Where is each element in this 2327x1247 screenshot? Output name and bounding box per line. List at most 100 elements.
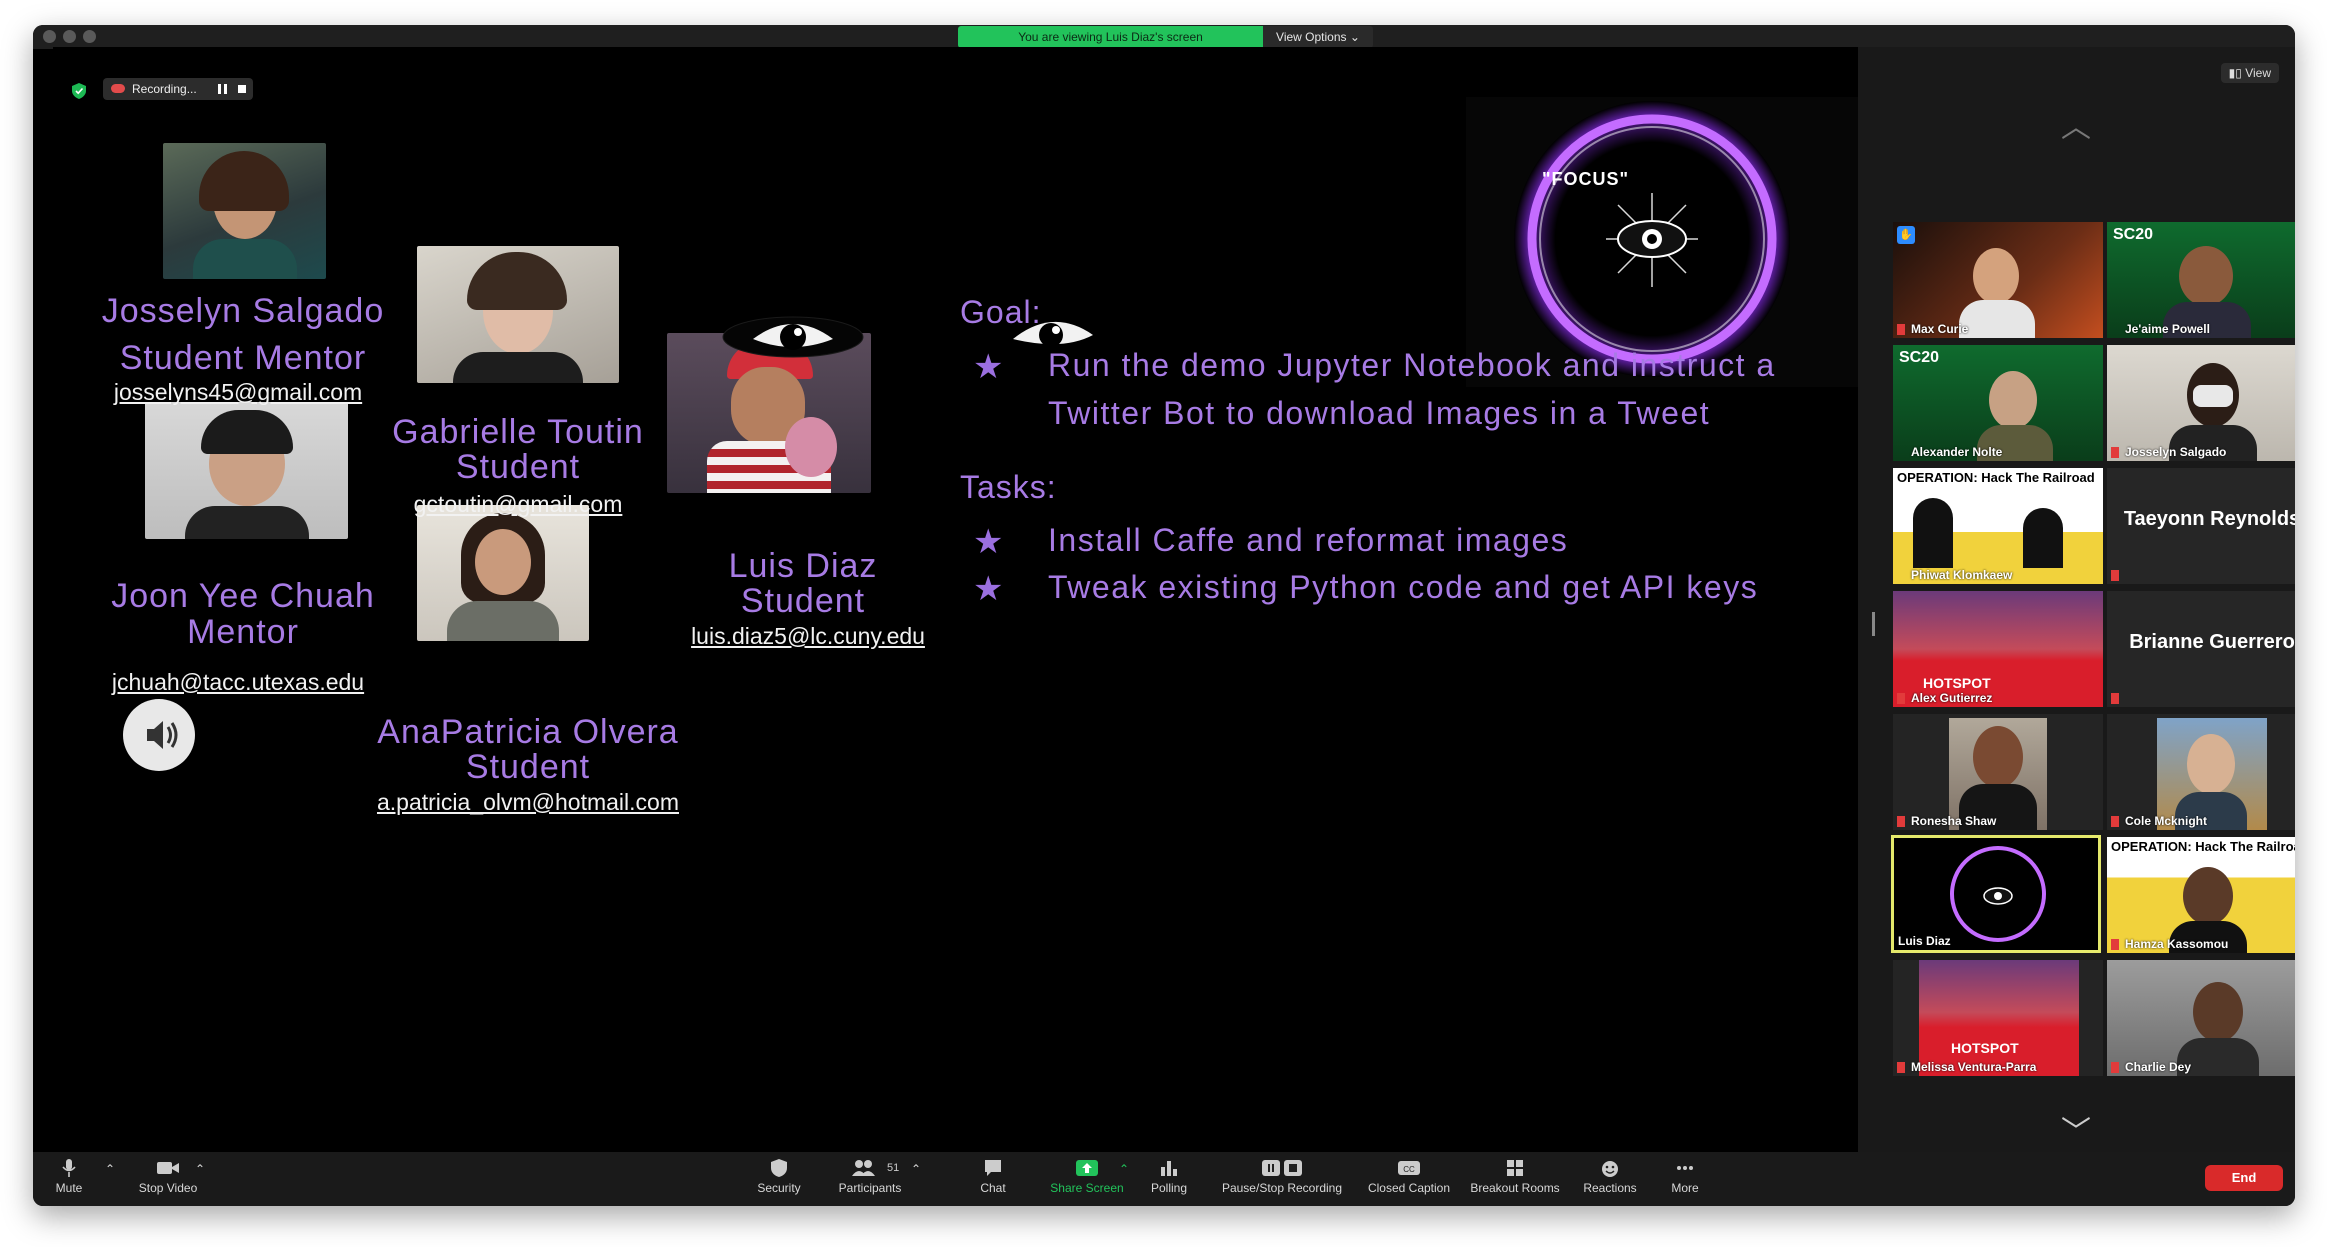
close-window-button[interactable]	[43, 30, 56, 43]
participant-tile[interactable]: SC20 Je'aime Powell	[2107, 222, 2295, 338]
goal-line-1: Run the demo Jupyter Notebook and instru…	[1048, 347, 1776, 383]
participant-name: Hamza Kassomou	[2125, 937, 2229, 951]
reactions-button[interactable]: Reactions	[1579, 1158, 1641, 1195]
email-luis[interactable]: luis.diaz5@lc.cuny.edu	[643, 623, 973, 650]
star-bullet-icon: ★	[973, 348, 1004, 386]
audio-options-caret[interactable]: ⌃	[105, 1162, 115, 1176]
photo-anapatricia	[417, 505, 589, 641]
name-josselyn: Josselyn Salgado	[101, 292, 385, 330]
audio-button[interactable]	[123, 699, 195, 771]
title-bar: You are viewing Luis Diaz's screen View …	[33, 25, 2295, 49]
focus-graphic: "FOCUS"	[1466, 97, 1858, 387]
participant-name: Josselyn Salgado	[2125, 445, 2227, 459]
bar-chart-icon	[1161, 1161, 1177, 1176]
stop-video-label: Stop Video	[138, 1181, 198, 1195]
role-gabrielle: Student	[455, 448, 581, 486]
minimize-window-button[interactable]	[63, 30, 76, 43]
participant-tile[interactable]: HOTSPOT Melissa Ventura-Parra	[1893, 960, 2103, 1076]
participant-name: Je'aime Powell	[2125, 322, 2210, 336]
pause-stop-recording-button[interactable]: Pause/Stop Recording	[1217, 1158, 1347, 1195]
participant-tile[interactable]: OPERATION: Hack The Railroad Phiwat Klom…	[1893, 468, 2103, 584]
gallery-scroll-down-button[interactable]: ﹀	[2061, 1107, 2091, 1151]
view-options-dropdown[interactable]: View Options ⌄	[1263, 26, 1373, 48]
role-anapatricia: Student	[465, 748, 591, 786]
photo-josselyn	[163, 143, 326, 279]
view-button[interactable]: ▮▯ View	[2220, 63, 2279, 83]
pause-recording-icon[interactable]	[218, 84, 227, 94]
role-joon: Mentor	[187, 613, 299, 651]
goal-heading: Goal:	[960, 294, 1042, 330]
svg-text:CC: CC	[1403, 1165, 1415, 1174]
chat-button[interactable]: Chat	[973, 1158, 1013, 1195]
participant-tile[interactable]: ✋ Max Curie	[1893, 222, 2103, 338]
mic-muted-icon	[2111, 447, 2119, 458]
share-screen-label: Share Screen	[1050, 1181, 1124, 1195]
smiley-icon	[1602, 1161, 1618, 1177]
participant-name: Max Curie	[1911, 322, 1969, 336]
goal-line-2: Twitter Bot to download Images in a Twee…	[1048, 395, 1711, 431]
participants-label: Participants	[838, 1181, 902, 1195]
chevron-down-icon: ⌄	[1349, 30, 1360, 44]
mic-muted-icon	[1897, 816, 1905, 827]
panel-resize-handle[interactable]	[1872, 612, 1875, 636]
view-button-label: View	[2245, 66, 2271, 80]
breakout-rooms-button[interactable]: Breakout Rooms	[1467, 1158, 1563, 1195]
star-bullet-icon: ★	[973, 570, 1004, 608]
participants-options-caret[interactable]: ⌃	[911, 1162, 921, 1176]
participant-gallery: ▮▯ View ︿ ﹀ ✋ Max Curie SC20 Je'aime Pow…	[1858, 47, 2295, 1177]
name-anapatricia: AnaPatricia Olvera	[377, 713, 679, 751]
security-button[interactable]: Security	[749, 1158, 809, 1195]
stop-recording-icon[interactable]	[238, 85, 246, 93]
mute-button[interactable]: Mute	[47, 1158, 91, 1195]
participant-name: Taeyonn Reynolds	[2123, 508, 2295, 530]
polling-button[interactable]: Polling	[1145, 1158, 1193, 1195]
polling-label: Polling	[1150, 1181, 1188, 1195]
email-anapatricia[interactable]: a.patricia_olvm@hotmail.com	[343, 789, 713, 816]
more-button[interactable]: More	[1663, 1158, 1707, 1195]
participant-tile[interactable]: HOTSPOT Alex Gutierrez	[1893, 591, 2103, 707]
participant-tile[interactable]: Brianne Guerrero	[2107, 591, 2295, 707]
closed-caption-button[interactable]: CC Closed Caption	[1363, 1158, 1455, 1195]
end-meeting-button[interactable]: End	[2205, 1165, 2283, 1191]
zoom-window: You are viewing Luis Diaz's screen View …	[33, 25, 2295, 1206]
name-luis: Luis Diaz	[728, 547, 878, 585]
mic-muted-icon	[1897, 1062, 1905, 1073]
participant-tile-active-speaker[interactable]: Luis Diaz	[1891, 835, 2101, 953]
pause-stop-recording-label: Pause/Stop Recording	[1221, 1181, 1343, 1195]
reactions-label: Reactions	[1583, 1181, 1637, 1195]
participant-name: Ronesha Shaw	[1911, 814, 1997, 828]
focus-label: "FOCUS"	[1542, 169, 1630, 189]
participant-tile[interactable]: Taeyonn Reynolds	[2107, 468, 2295, 584]
share-options-caret[interactable]: ⌃	[1119, 1162, 1129, 1176]
star-bullet-icon: ★	[973, 523, 1004, 561]
stop-video-button[interactable]: Stop Video	[133, 1158, 203, 1195]
pause-stop-icon	[1262, 1160, 1302, 1176]
mic-muted-icon	[2111, 1062, 2119, 1073]
more-label: More	[1671, 1181, 1699, 1195]
name-joon: Joon Yee Chuah	[111, 577, 375, 615]
zoom-window-button[interactable]	[83, 30, 96, 43]
participant-tile[interactable]: Ronesha Shaw	[1893, 714, 2103, 830]
email-joon[interactable]: jchuah@tacc.utexas.edu	[93, 669, 383, 696]
mic-muted-icon	[2111, 693, 2119, 704]
recording-label: Recording...	[132, 82, 197, 96]
encryption-shield-icon	[72, 83, 86, 99]
email-gabrielle[interactable]: gctoutin@gmail.com	[363, 491, 673, 518]
participant-tile[interactable]: Cole Mcknight	[2107, 714, 2295, 830]
task-item-2: Tweak existing Python code and get API k…	[1048, 569, 1759, 605]
participant-tile[interactable]: SC20 Alexander Nolte	[1893, 345, 2103, 461]
mic-muted-icon	[1897, 324, 1905, 335]
participants-count: 51	[887, 1162, 900, 1174]
photo-joon	[145, 402, 348, 539]
participant-tile[interactable]: OPERATION: Hack The Railroad Hamza Kasso…	[2107, 837, 2295, 953]
video-options-caret[interactable]: ⌃	[195, 1162, 205, 1176]
gallery-scroll-up-button[interactable]: ︿	[2061, 102, 2091, 146]
cloud-recording-icon	[111, 84, 125, 93]
email-josselyn[interactable]: josselyns45@gmail.com	[93, 379, 383, 406]
viewing-screen-banner: You are viewing Luis Diaz's screen	[958, 26, 1263, 48]
participant-tile[interactable]: Josselyn Salgado	[2107, 345, 2295, 461]
share-screen-button[interactable]: Share Screen	[1045, 1158, 1129, 1195]
chat-label: Chat	[980, 1181, 1006, 1195]
participant-tile[interactable]: Charlie Dey	[2107, 960, 2295, 1076]
shield-icon	[771, 1159, 787, 1177]
